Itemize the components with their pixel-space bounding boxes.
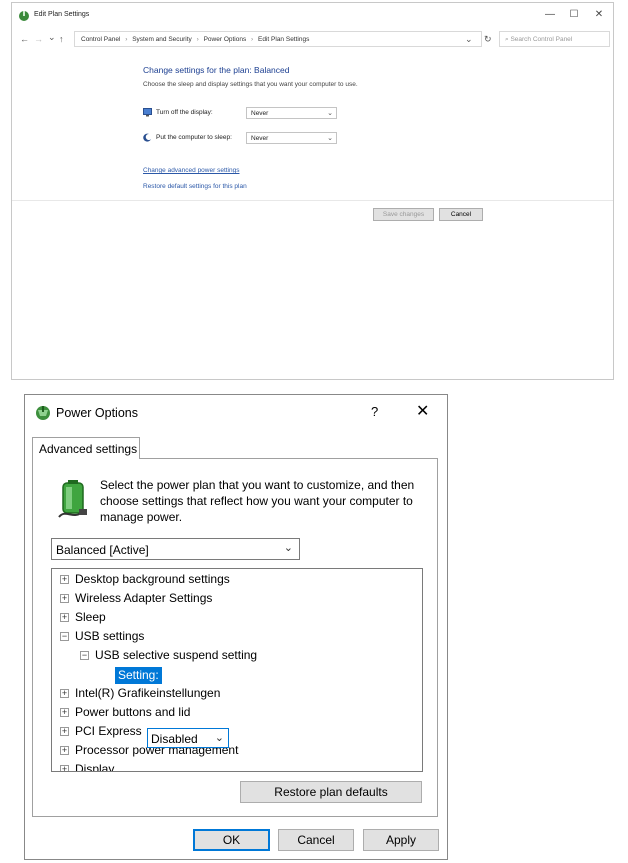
minimize-button[interactable]: —	[543, 9, 557, 20]
up-arrow-icon[interactable]: ↑	[59, 34, 64, 44]
address-dropdown-icon[interactable]: ⌄	[465, 34, 473, 45]
breadcrumb-power-options[interactable]: Power Options	[204, 36, 247, 43]
expand-icon[interactable]: +	[60, 689, 69, 698]
sleep-timeout-select[interactable]: Never ⌄	[246, 132, 337, 144]
sleep-setting-label: Put the computer to sleep:	[143, 133, 232, 142]
expand-icon[interactable]: +	[60, 708, 69, 717]
divider	[12, 200, 613, 201]
intro-text: Select the power plan that you want to c…	[100, 478, 415, 524]
expand-icon[interactable]: +	[60, 746, 69, 755]
display-setting-label: Turn off the display:	[143, 108, 213, 117]
setting-label: Setting:	[115, 667, 162, 684]
ok-button[interactable]: OK	[193, 829, 270, 851]
tree-item-usb-selective-suspend[interactable]: − USB selective suspend setting	[80, 648, 257, 664]
tree-item-pci-express[interactable]: + PCI Express	[60, 724, 142, 740]
address-row: ← → ⌄ ↑ Control Panel › System and Secur…	[12, 29, 613, 49]
tab-advanced-settings[interactable]: Advanced settings	[32, 437, 140, 459]
expand-icon[interactable]: +	[60, 575, 69, 584]
collapse-icon[interactable]: −	[60, 632, 69, 641]
window-title: Edit Plan Settings	[34, 11, 90, 18]
chevron-down-icon: ⌄	[283, 542, 293, 554]
back-arrow-icon[interactable]: ←	[20, 34, 29, 44]
display-icon	[143, 108, 152, 117]
tree-item-usb-settings[interactable]: − USB settings	[60, 629, 144, 645]
cancel-button[interactable]: Cancel	[439, 208, 483, 221]
expand-icon[interactable]: +	[60, 727, 69, 736]
expand-icon[interactable]: +	[60, 594, 69, 603]
tree-item-intel-graphics[interactable]: + Intel(R) Grafikeinstellungen	[60, 686, 220, 702]
breadcrumb-control-panel[interactable]: Control Panel	[81, 36, 120, 43]
tree-item-display[interactable]: + Display	[60, 762, 114, 771]
tree-item-sleep[interactable]: + Sleep	[60, 610, 106, 626]
battery-plug-icon	[58, 480, 87, 518]
power-options-dialog: Power Options ? ✕ Advanced settings Sele…	[24, 394, 448, 860]
restore-plan-defaults-button[interactable]: Restore plan defaults	[240, 781, 422, 803]
address-bar[interactable]: Control Panel › System and Security › Po…	[74, 31, 482, 47]
dialog-title: Power Options	[56, 406, 138, 420]
plan-settings-content: Change settings for the plan: Balanced C…	[12, 49, 613, 199]
close-button[interactable]: ✕	[592, 9, 606, 20]
usb-suspend-setting-select[interactable]: Disabled ⌄	[147, 728, 229, 748]
tree-item-power-buttons[interactable]: + Power buttons and lid	[60, 705, 190, 721]
maximize-button[interactable]: ☐	[567, 9, 581, 20]
power-options-icon	[19, 11, 29, 21]
breadcrumb-system-security[interactable]: System and Security	[132, 36, 192, 43]
page-subtitle: Choose the sleep and display settings th…	[143, 81, 358, 88]
breadcrumb-separator: ›	[251, 36, 254, 43]
restore-defaults-link[interactable]: Restore default settings for this plan	[143, 183, 247, 190]
collapse-icon[interactable]: −	[80, 651, 89, 660]
tree-item-wireless-adapter[interactable]: + Wireless Adapter Settings	[60, 591, 212, 607]
breadcrumb-separator: ›	[125, 36, 128, 43]
display-timeout-select[interactable]: Never ⌄	[246, 107, 337, 119]
power-plan-select[interactable]: Balanced [Active] ⌄	[51, 538, 300, 560]
forward-arrow-icon[interactable]: →	[34, 34, 43, 44]
chevron-down-icon: ⌄	[214, 732, 224, 744]
recent-locations-icon[interactable]: ⌄	[48, 32, 56, 43]
settings-tree[interactable]: + Desktop background settings + Wireless A…	[51, 568, 423, 772]
edit-plan-settings-window: Edit Plan Settings — ☐ ✕ ← → ⌄ ↑ Control…	[11, 2, 614, 380]
save-changes-button[interactable]: Save changes	[373, 208, 434, 221]
apply-button[interactable]: Apply	[363, 829, 439, 851]
chevron-down-icon: ⌄	[327, 110, 333, 117]
close-button[interactable]: ✕	[416, 401, 429, 421]
cancel-button[interactable]: Cancel	[278, 829, 354, 851]
page-title: Change settings for the plan: Balanced	[143, 65, 290, 75]
power-options-icon	[36, 406, 50, 420]
advanced-settings-panel: Select the power plan that you want to c…	[32, 458, 438, 817]
tree-item-desktop-background[interactable]: + Desktop background settings	[60, 572, 230, 588]
search-placeholder: Search Control Panel	[510, 36, 573, 43]
sleep-moon-icon	[143, 133, 151, 142]
expand-icon[interactable]: +	[60, 613, 69, 622]
breadcrumb-separator: ›	[196, 36, 199, 43]
expand-icon[interactable]: +	[60, 765, 69, 771]
breadcrumb-edit-plan[interactable]: Edit Plan Settings	[258, 36, 309, 43]
help-button[interactable]: ?	[371, 404, 378, 419]
advanced-settings-link[interactable]: Change advanced power settings	[143, 167, 239, 174]
chevron-down-icon: ⌄	[327, 135, 333, 142]
title-bar: Edit Plan Settings — ☐ ✕	[12, 3, 613, 29]
refresh-icon[interactable]: ↻	[484, 34, 492, 45]
search-input[interactable]: ⌕ Search Control Panel	[499, 31, 610, 47]
